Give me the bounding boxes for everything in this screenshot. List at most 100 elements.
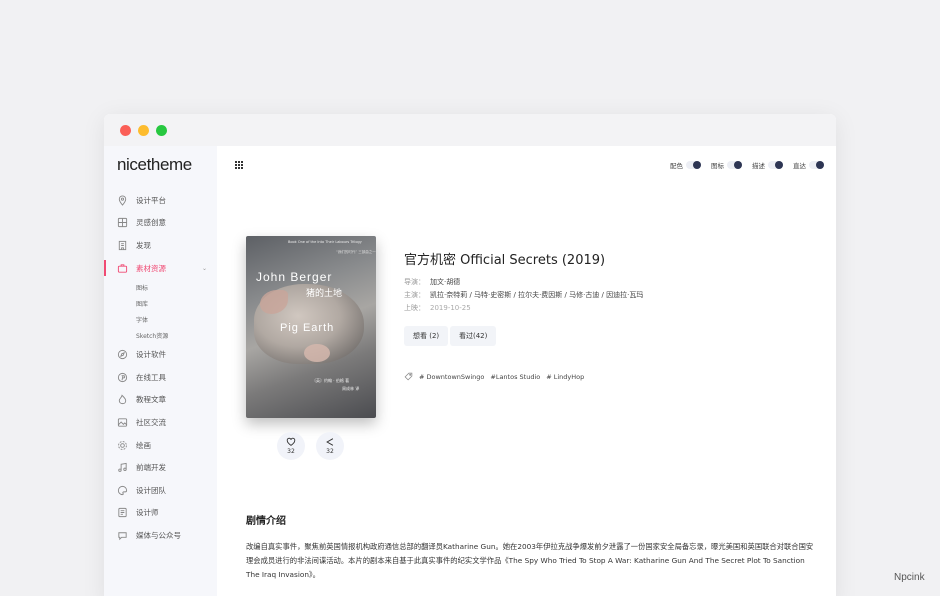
director-value[interactable]: 加文·胡德	[430, 278, 460, 286]
cast-value[interactable]: 凯拉·奈特莉 / 马特·史密斯 / 拉尔夫·费因斯 / 马修·古迪 / 因迪拉·…	[430, 291, 643, 299]
sidebar-item-label: 发现	[136, 240, 151, 250]
toggle-label: 图标	[711, 162, 724, 170]
chat-icon	[116, 529, 128, 541]
sidebar-item-design-platform[interactable]: 设计平台	[104, 189, 217, 212]
cover-en-title: Pig Earth	[280, 322, 335, 334]
synopsis-heading: 剧情介绍	[246, 516, 286, 527]
heart-icon	[286, 437, 296, 446]
tag-icon	[404, 372, 413, 381]
image-icon	[116, 416, 128, 428]
toggle-icon[interactable]: 图标	[711, 160, 742, 170]
tag-item[interactable]: # LindyHop	[546, 373, 584, 381]
sidebar-item-frontend[interactable]: 前端开发	[104, 456, 217, 479]
sidebar-item-design-teams[interactable]: 设计团队	[104, 479, 217, 502]
cover-author: John Berger	[256, 270, 333, 284]
building-icon	[116, 239, 128, 251]
share-button[interactable]: 32	[316, 432, 344, 460]
sidebar-item-label: 在线工具	[136, 372, 166, 382]
sidebar-item-label: 设计平台	[136, 195, 166, 205]
grid-icon	[116, 217, 128, 229]
sidebar: nicetheme 设计平台 灵感创意 发现 素材资源 ⌄ 图标 图库 字体 S…	[104, 146, 217, 596]
release-label: 上映：	[404, 304, 425, 312]
tag-item[interactable]: #Lantos Studio	[490, 373, 540, 381]
cover-cn-title: 猪的土地	[306, 289, 343, 299]
toggle-color[interactable]: 配色	[670, 160, 701, 170]
minimize-window-button[interactable]	[138, 125, 149, 136]
book-cover[interactable]: Book One of the Into Their Labours Trilo…	[246, 236, 376, 418]
sidebar-item-painting[interactable]: 绘画	[104, 434, 217, 457]
sidebar-item-label: 社区交流	[136, 417, 166, 427]
sidebar-item-designers[interactable]: 设计师	[104, 502, 217, 525]
share-icon	[326, 438, 334, 446]
toggle-description[interactable]: 描述	[752, 160, 783, 170]
cover-credit-translator: 周成林 译	[342, 386, 360, 391]
sidebar-subitem-icons[interactable]: 图标	[104, 279, 217, 295]
toggle-label: 配色	[670, 162, 683, 170]
watermark: Npcink	[894, 572, 925, 583]
toggle-switch[interactable]	[768, 161, 783, 169]
close-window-button[interactable]	[120, 125, 131, 136]
top-bar: 配色 图标 描述 直达	[217, 146, 836, 182]
cover-tag: “我们的时代” 三部曲之一	[336, 250, 376, 254]
sidebar-item-label: 教程文章	[136, 395, 166, 405]
toggle-direct[interactable]: 直达	[793, 160, 824, 170]
tag-item[interactable]: # DowntownSwingo	[419, 373, 484, 381]
sidebar-item-inspiration[interactable]: 灵感创意	[104, 212, 217, 235]
cast-row: 主演： 凯拉·奈特莉 / 马特·史密斯 / 拉尔夫·费因斯 / 马修·古迪 / 因…	[404, 290, 643, 300]
location-icon	[116, 194, 128, 206]
tag-list: # DowntownSwingo #Lantos Studio # LindyH…	[404, 372, 590, 381]
chevron-down-icon: ⌄	[201, 264, 207, 272]
toggle-label: 直达	[793, 162, 806, 170]
toggle-switch[interactable]	[727, 161, 742, 169]
sidebar-item-label: 灵感创意	[136, 218, 166, 228]
director-label: 导演：	[404, 278, 425, 286]
cover-series: Book One of the Into Their Labours Trilo…	[288, 240, 362, 244]
sidebar-item-label: 设计师	[136, 508, 159, 518]
release-row: 上映： 2019-10-25	[404, 303, 471, 313]
like-count: 32	[287, 448, 295, 455]
toggle-switch[interactable]	[686, 161, 701, 169]
cast-label: 主演：	[404, 291, 425, 299]
page-title: 官方机密 Official Secrets (2019)	[404, 253, 606, 268]
folder-icon	[116, 507, 128, 519]
want-to-watch-button[interactable]: 想看 (2)	[404, 326, 449, 346]
maximize-window-button[interactable]	[156, 125, 167, 136]
browser-window: nicetheme 设计平台 灵感创意 发现 素材资源 ⌄ 图标 图库 字体 S…	[104, 114, 836, 596]
sidebar-item-online-tools[interactable]: 在线工具	[104, 366, 217, 389]
sidebar-item-label: 绘画	[136, 440, 151, 450]
palette-icon	[116, 484, 128, 496]
title-bar	[104, 114, 836, 146]
music-icon	[116, 462, 128, 474]
sidebar-item-community[interactable]: 社区交流	[104, 411, 217, 434]
sidebar-item-software[interactable]: 设计软件	[104, 343, 217, 366]
sidebar-item-label: 素材资源	[136, 263, 166, 273]
toggle-label: 描述	[752, 162, 765, 170]
director-row: 导演： 加文·胡德	[404, 277, 460, 287]
apps-grid-icon[interactable]	[235, 161, 243, 169]
watched-button[interactable]: 看过(42)	[450, 326, 497, 346]
sidebar-nav: 设计平台 灵感创意 发现 素材资源 ⌄ 图标 图库 字体 Sketch资源 设计…	[104, 189, 217, 547]
sidebar-item-label: 媒体与公众号	[136, 530, 181, 540]
sidebar-item-discover[interactable]: 发现	[104, 234, 217, 257]
brand-logo[interactable]: nicetheme	[117, 155, 192, 175]
share-count: 32	[326, 448, 334, 455]
view-toggles: 配色 图标 描述 直达	[660, 160, 824, 170]
sidebar-subitem-sketch[interactable]: Sketch资源	[104, 327, 217, 343]
toggle-switch[interactable]	[809, 161, 824, 169]
sidebar-item-tutorials[interactable]: 教程文章	[104, 389, 217, 412]
compass-icon	[116, 349, 128, 361]
synopsis-text: 改编自真实事件，聚焦前英国情报机构政府通信总部的翻译员Katharine Gun…	[246, 542, 814, 579]
sidebar-item-resources[interactable]: 素材资源 ⌄	[104, 257, 217, 280]
gear-icon	[116, 439, 128, 451]
pinterest-icon	[116, 371, 128, 383]
sidebar-item-label: 前端开发	[136, 463, 166, 473]
sidebar-subitem-fonts[interactable]: 字体	[104, 311, 217, 327]
cover-credit-author: 〔英〕约翰 · 伯格 著	[312, 378, 350, 383]
sidebar-item-label: 设计团队	[136, 485, 166, 495]
sidebar-subitem-gallery[interactable]: 图库	[104, 295, 217, 311]
release-value: 2019-10-25	[430, 304, 471, 312]
sidebar-item-media[interactable]: 媒体与公众号	[104, 524, 217, 547]
flame-icon	[116, 394, 128, 406]
like-button[interactable]: 32	[277, 432, 305, 460]
sidebar-item-label: 设计软件	[136, 350, 166, 360]
